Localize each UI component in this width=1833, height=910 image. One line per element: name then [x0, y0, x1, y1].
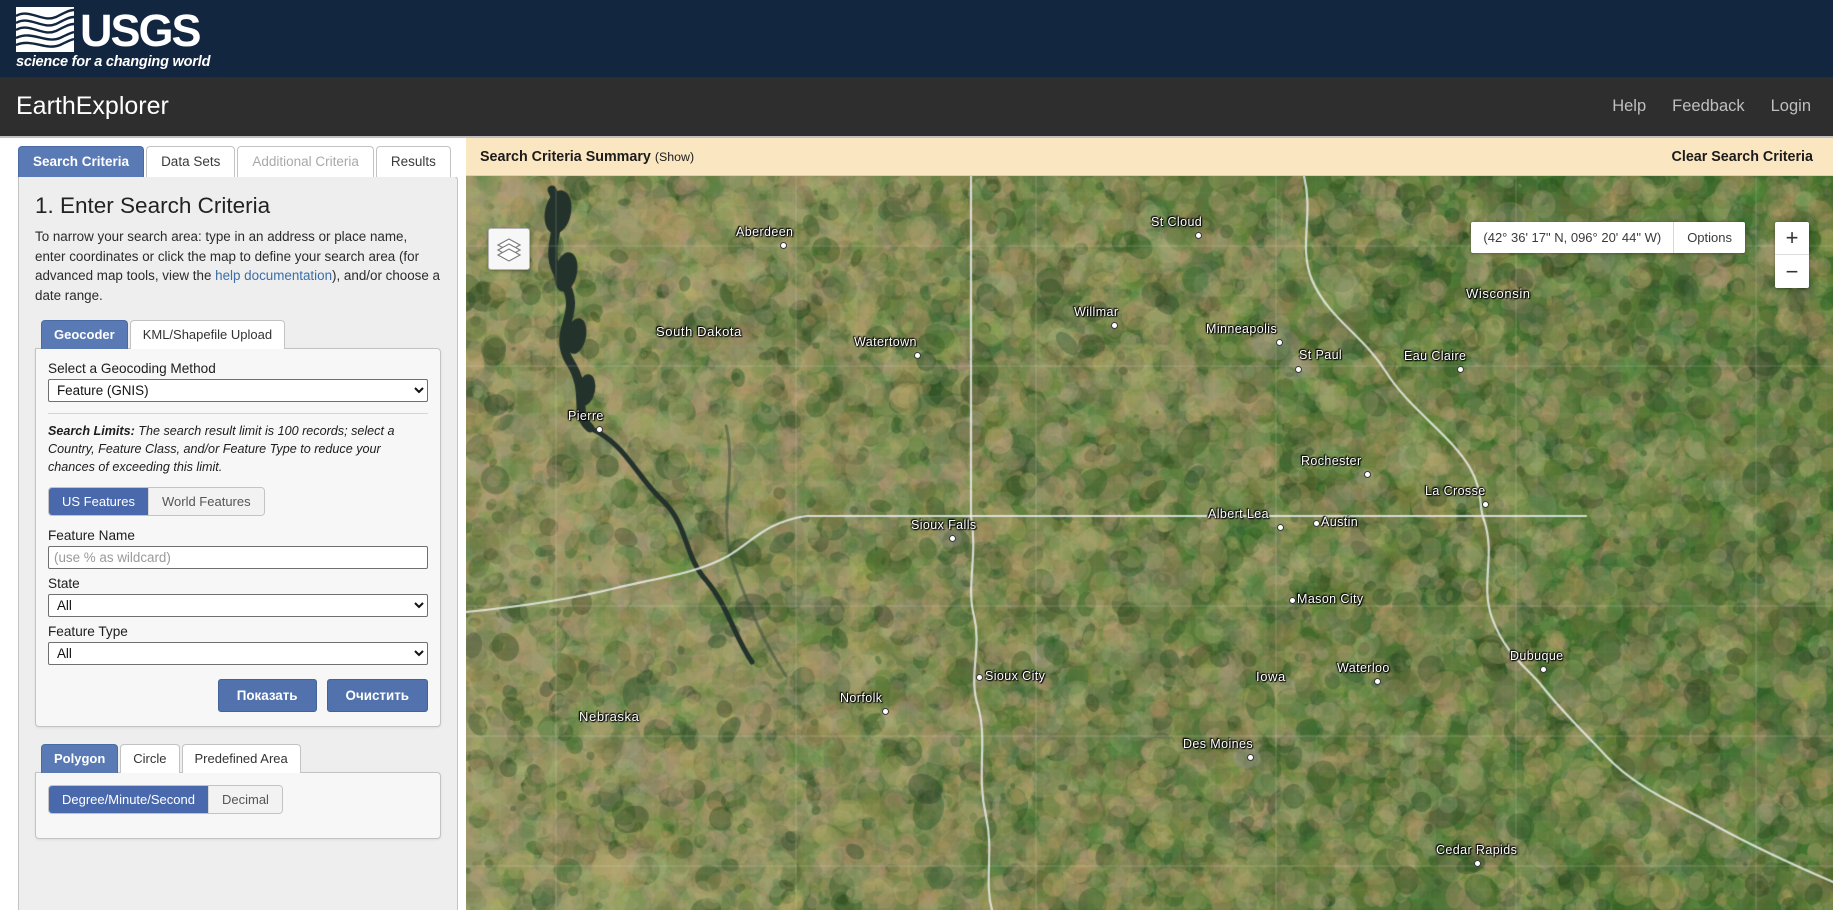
usgs-tagline: science for a changing world — [16, 54, 211, 71]
form-divider — [48, 412, 428, 414]
state-label: State — [48, 576, 80, 592]
page-title: 1. Enter Search Criteria — [35, 193, 271, 218]
header-nav: Help Feedback Login — [1612, 97, 1811, 116]
nav-feedback[interactable]: Feedback — [1672, 97, 1744, 116]
tab-search-criteria[interactable]: Search Criteria — [18, 146, 145, 177]
area-tabs: Polygon Circle Predefined Area — [35, 744, 441, 774]
main-content: Search Criteria Data Sets Additional Cri… — [0, 138, 1833, 910]
feature-scope-toggle: US Features World Features — [48, 487, 265, 517]
nav-help[interactable]: Help — [1612, 97, 1646, 116]
feature-type-field: Feature Type All — [48, 624, 428, 666]
tab-data-sets[interactable]: Data Sets — [146, 146, 236, 177]
state-field: State All — [48, 576, 428, 618]
toggle-us-features[interactable]: US Features — [49, 488, 149, 516]
tab-predefined-area[interactable]: Predefined Area — [181, 744, 301, 774]
summary-title: Search Criteria Summary (Show) — [480, 149, 694, 165]
state-select[interactable]: All — [48, 594, 428, 618]
geocoder-form: Select a Geocoding Method Feature (GNIS)… — [35, 347, 441, 728]
feature-type-select[interactable]: All — [48, 642, 428, 666]
search-area-section: Polygon Circle Predefined Area Degree/Mi… — [35, 744, 441, 840]
toggle-world-features[interactable]: World Features — [148, 488, 264, 516]
main-tabs: Search Criteria Data Sets Additional Cri… — [0, 138, 466, 177]
nav-login[interactable]: Login — [1771, 97, 1811, 116]
search-criteria-panel: 1. Enter Search Criteria To narrow your … — [18, 176, 458, 910]
geocoding-method-select[interactable]: Feature (GNIS) — [48, 378, 428, 402]
tab-additional-criteria[interactable]: Additional Criteria — [237, 146, 374, 177]
map-coordinate-bar: (42° 36' 17" N, 096° 20' 44" W) Options — [1471, 222, 1745, 253]
geocoder-actions: Показать Очистить — [48, 679, 428, 713]
clear-search-criteria-button[interactable]: Clear Search Criteria — [1672, 149, 1813, 165]
tab-geocoder[interactable]: Geocoder — [41, 319, 128, 349]
tab-circle[interactable]: Circle — [120, 744, 180, 774]
tab-polygon[interactable]: Polygon — [41, 744, 119, 774]
usgs-wave-logo-icon — [16, 7, 74, 53]
toggle-decimal[interactable]: Decimal — [208, 786, 282, 814]
summary-show-link[interactable]: (Show) — [655, 150, 694, 164]
layers-stack-icon — [496, 238, 522, 262]
geocoding-method-label: Select a Geocoding Method — [48, 360, 216, 376]
map-canvas[interactable]: (42° 36' 17" N, 096° 20' 44" W) Options … — [466, 176, 1833, 910]
coordinate-readout: (42° 36' 17" N, 096° 20' 44" W) — [1471, 222, 1675, 253]
app-header: EarthExplorer Help Feedback Login — [0, 77, 1833, 138]
feature-type-label: Feature Type — [48, 624, 128, 640]
help-documentation-link[interactable]: help documentation — [215, 268, 332, 283]
tab-kml-upload[interactable]: KML/Shapefile Upload — [129, 319, 286, 349]
map-area: Search Criteria Summary (Show) Clear Sea… — [466, 138, 1833, 910]
show-button[interactable]: Показать — [217, 679, 317, 713]
usgs-logo[interactable]: USGS science for a changing world — [16, 7, 210, 70]
search-limits-note: Search Limits: The search result limit i… — [48, 423, 428, 477]
toggle-dms[interactable]: Degree/Minute/Second — [49, 786, 209, 814]
clear-button[interactable]: Очистить — [326, 679, 428, 713]
app-title: EarthExplorer — [16, 92, 169, 120]
zoom-in-button[interactable]: + — [1775, 222, 1809, 255]
usgs-wordmark: USGS — [80, 4, 202, 56]
map-layers-button[interactable] — [488, 228, 530, 270]
criteria-description: To narrow your search area: type in an a… — [35, 227, 441, 306]
feature-name-field: Feature Name — [48, 528, 428, 570]
search-panel: Search Criteria Data Sets Additional Cri… — [0, 138, 466, 910]
map-options-button[interactable]: Options — [1674, 222, 1745, 253]
tab-results[interactable]: Results — [375, 146, 451, 177]
summary-title-text: Search Criteria Summary — [480, 148, 651, 165]
feature-name-label: Feature Name — [48, 528, 135, 544]
zoom-out-button[interactable]: − — [1775, 255, 1809, 288]
area-form: Degree/Minute/Second Decimal — [35, 772, 441, 840]
feature-name-input[interactable] — [48, 546, 428, 570]
search-limits-label: Search Limits: — [48, 423, 135, 438]
usgs-banner: USGS science for a changing world — [0, 0, 1833, 77]
map-zoom-controls: + − — [1775, 222, 1809, 288]
satellite-imagery[interactable] — [466, 176, 1833, 910]
coordinate-format-toggle: Degree/Minute/Second Decimal — [48, 785, 283, 815]
search-criteria-summary-bar: Search Criteria Summary (Show) Clear Sea… — [466, 138, 1833, 176]
geocoder-tabs: Geocoder KML/Shapefile Upload — [35, 319, 441, 349]
